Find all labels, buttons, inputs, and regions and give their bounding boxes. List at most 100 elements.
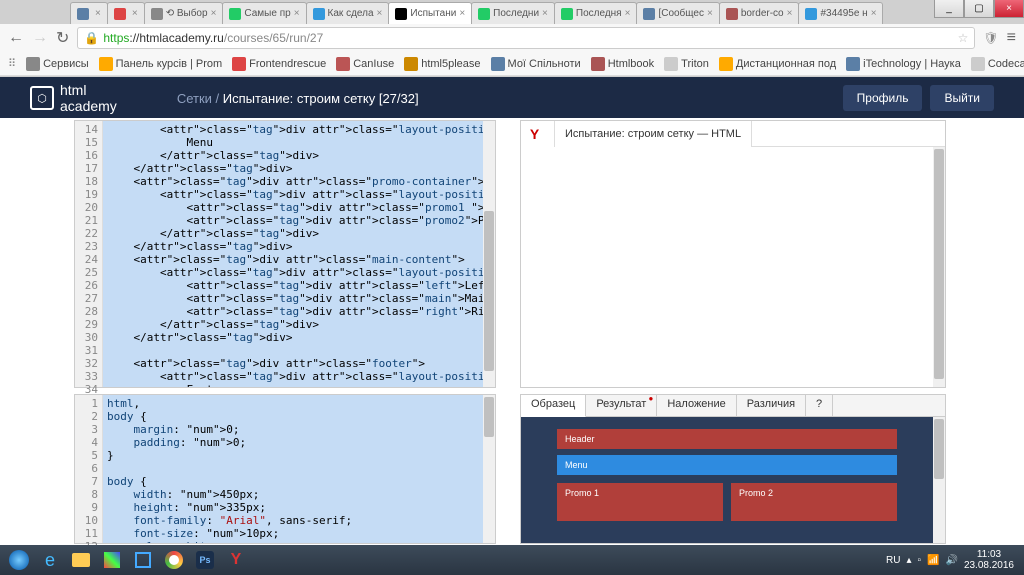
- preview-tab-title[interactable]: Испытание: строим сетку — HTML: [555, 121, 752, 147]
- browser-tab[interactable]: ×: [107, 2, 145, 24]
- menu-icon[interactable]: ≡: [1007, 29, 1016, 47]
- maximize-button[interactable]: ▢: [964, 0, 994, 18]
- tab-close-icon[interactable]: ×: [542, 8, 548, 19]
- result-tab[interactable]: Наложение: [657, 395, 736, 416]
- tray-lang[interactable]: RU: [886, 555, 900, 566]
- bookmark-item[interactable]: html5please: [404, 57, 480, 71]
- tab-close-icon[interactable]: ×: [211, 8, 217, 19]
- reload-button[interactable]: ↻: [56, 28, 69, 48]
- tab-label: border-co: [741, 8, 784, 19]
- bookmark-item[interactable]: Codecademy: [971, 57, 1024, 71]
- tab-close-icon[interactable]: ×: [625, 8, 631, 19]
- browser-tab[interactable]: #34495e н×: [798, 2, 883, 24]
- bookmark-item[interactable]: Дистанционная под: [719, 57, 836, 71]
- bookmark-icon: [664, 57, 678, 71]
- bookmark-icon: [591, 57, 605, 71]
- html-code[interactable]: <attr">class="tag">div attr">class="layo…: [103, 121, 483, 387]
- apps-icon[interactable]: ⠿: [8, 57, 16, 70]
- result-tab[interactable]: Результат●: [586, 395, 657, 416]
- browser-tab[interactable]: Самые пр×: [222, 2, 306, 24]
- yandex-browser-icon[interactable]: Y: [221, 547, 251, 573]
- html-gutter: 1415161718192021222324252627282930313233…: [75, 121, 103, 387]
- bookmark-label: Мої Спільноти: [508, 58, 581, 70]
- bookmark-item[interactable]: Triton: [664, 57, 709, 71]
- bookmark-item[interactable]: Сервисы: [26, 57, 89, 71]
- logo[interactable]: ⬡ htmlacademy: [30, 82, 117, 114]
- bookmark-item[interactable]: Панель курсів | Prom: [99, 57, 223, 71]
- bookmark-icon: [336, 57, 350, 71]
- back-button[interactable]: ←: [8, 29, 24, 47]
- bookmark-item[interactable]: Frontendrescue: [232, 57, 326, 71]
- bookmark-label: Панель курсів | Prom: [116, 58, 223, 70]
- browser-tab[interactable]: ⟲ Выбор×: [144, 2, 224, 24]
- favicon-icon: [805, 8, 817, 20]
- close-window-button[interactable]: ×: [994, 0, 1024, 18]
- bookmark-label: Дистанционная под: [736, 58, 836, 70]
- url-host: ://htmlacademy.ru: [129, 31, 223, 45]
- bookmark-item[interactable]: Htmlbook: [591, 57, 654, 71]
- favicon-icon: [643, 8, 655, 20]
- tab-close-icon[interactable]: ×: [294, 8, 300, 19]
- app-icon-2[interactable]: [128, 547, 158, 573]
- result-tab[interactable]: ?: [806, 395, 833, 416]
- favicon-icon: [478, 8, 490, 20]
- bookmark-icon: [491, 57, 505, 71]
- url-input[interactable]: 🔒 https://htmlacademy.ru/courses/65/run/…: [77, 27, 975, 49]
- lock-icon: 🔒: [84, 31, 99, 45]
- css-code[interactable]: html, body { margin: "num">0; padding: "…: [103, 395, 483, 543]
- tab-close-icon[interactable]: ×: [132, 8, 138, 19]
- tray-flag-icon[interactable]: ▫: [917, 555, 921, 566]
- result-scrollbar[interactable]: [933, 417, 945, 543]
- preview-tab[interactable]: Y: [521, 121, 555, 147]
- bookmark-item[interactable]: CanIuse: [336, 57, 394, 71]
- minimize-button[interactable]: _: [934, 0, 964, 18]
- browser-tab[interactable]: Последня×: [554, 2, 638, 24]
- browser-tab[interactable]: Последни×: [471, 2, 555, 24]
- result-promo-2: Promo 2: [731, 483, 897, 521]
- tray-clock[interactable]: 11:03 23.08.2016: [964, 549, 1014, 571]
- tab-close-icon[interactable]: ×: [871, 8, 877, 19]
- css-gutter: 12345678910111213: [75, 395, 103, 543]
- browser-tab[interactable]: Как сдела×: [306, 2, 390, 24]
- ps-icon[interactable]: Ps: [190, 547, 220, 573]
- logout-button[interactable]: Выйти: [930, 85, 994, 111]
- start-button[interactable]: [4, 547, 34, 573]
- bookmark-item[interactable]: iTechnology | Наука: [846, 57, 961, 71]
- preview-tab-bar: Y Испытание: строим сетку — HTML: [521, 121, 945, 147]
- tab-close-icon[interactable]: ×: [95, 8, 101, 19]
- tab-label: Последня: [576, 8, 622, 19]
- result-tab[interactable]: Различия: [737, 395, 806, 416]
- tab-close-icon[interactable]: ×: [707, 8, 713, 19]
- tray-up-icon[interactable]: ▴: [906, 555, 911, 566]
- browser-tab[interactable]: border-co×: [719, 2, 800, 24]
- favicon-icon: [77, 8, 89, 20]
- profile-button[interactable]: Профиль: [843, 85, 923, 111]
- tray-sound-icon[interactable]: 🔊: [945, 555, 957, 566]
- breadcrumb-category[interactable]: Сетки /: [177, 91, 223, 106]
- tray-network-icon[interactable]: 📶: [927, 555, 939, 566]
- result-tabs: ОбразецРезультат●НаложениеРазличия?: [521, 395, 945, 417]
- bookmark-item[interactable]: Мої Спільноти: [491, 57, 581, 71]
- browser-tab[interactable]: [Сообщес×: [636, 2, 719, 24]
- app-header: ⬡ htmlacademy Сетки / Испытание: строим …: [0, 77, 1024, 119]
- html-scrollbar[interactable]: [483, 121, 495, 387]
- bookmark-icon: [99, 57, 113, 71]
- shield-icon[interactable]: 🛡: [983, 31, 998, 45]
- star-icon[interactable]: ☆: [958, 31, 969, 45]
- tab-close-icon[interactable]: ×: [459, 8, 465, 19]
- ie-icon[interactable]: e: [35, 547, 65, 573]
- app-icon-1[interactable]: [97, 547, 127, 573]
- tab-label: Последни: [493, 8, 539, 19]
- result-tab[interactable]: Образец: [521, 395, 586, 417]
- tab-close-icon[interactable]: ×: [377, 8, 383, 19]
- forward-button[interactable]: →: [32, 29, 48, 47]
- explorer-icon[interactable]: [66, 547, 96, 573]
- preview-scrollbar[interactable]: [933, 147, 945, 387]
- logo-icon: ⬡: [30, 86, 54, 110]
- browser-tab[interactable]: ×: [70, 2, 108, 24]
- result-promos: Promo 1 Promo 2: [557, 483, 897, 521]
- browser-tab[interactable]: Испытани×: [388, 2, 472, 24]
- css-scrollbar[interactable]: [483, 395, 495, 543]
- tab-close-icon[interactable]: ×: [787, 8, 793, 19]
- chrome-icon[interactable]: [159, 547, 189, 573]
